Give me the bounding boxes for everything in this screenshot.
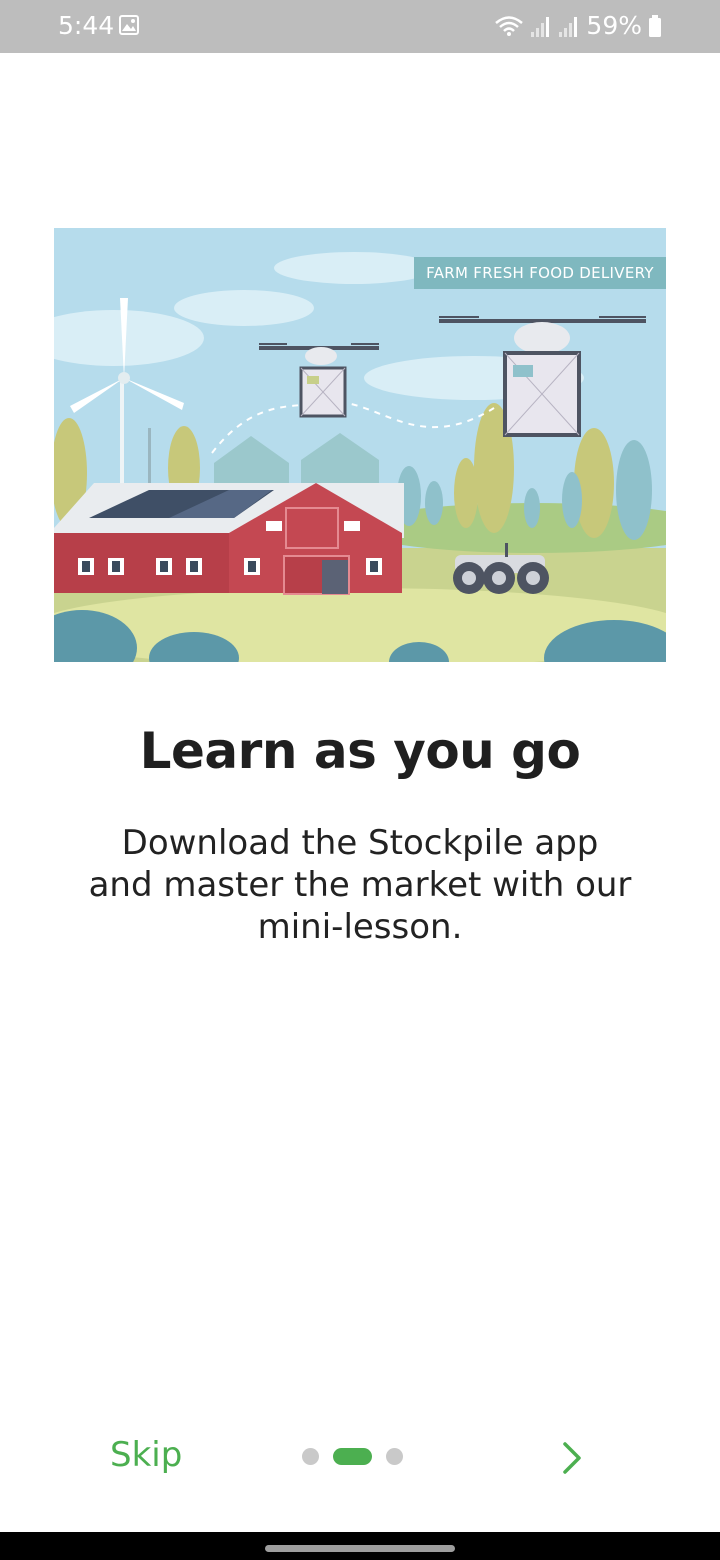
farm-illustration: FARM FRESH FOOD DELIVERY: [54, 228, 666, 662]
onboarding-description: Download the Stockpile app and master th…: [88, 823, 632, 947]
signal-icon: [531, 16, 550, 37]
page-dot: [302, 1448, 319, 1465]
image-icon: [119, 15, 139, 35]
page-dot-active: [333, 1448, 372, 1465]
farm-scene-image: [54, 228, 666, 662]
system-nav-bar: [0, 1532, 720, 1560]
status-indicators: 59%: [494, 11, 662, 40]
illustration-label: FARM FRESH FOOD DELIVERY: [414, 257, 666, 289]
page-dot: [386, 1448, 403, 1465]
home-handle[interactable]: [265, 1545, 455, 1552]
status-time: 5:44: [58, 11, 115, 40]
chevron-right-icon[interactable]: [556, 1440, 588, 1476]
onboarding-title: Learn as you go: [139, 722, 581, 780]
wifi-icon: [495, 15, 524, 36]
battery-icon: [649, 14, 661, 37]
page-indicator: [302, 1448, 403, 1465]
signal-icon: [559, 16, 578, 37]
battery-percent: 59%: [586, 11, 642, 40]
status-bar: 5:44 59%: [0, 0, 720, 53]
skip-button[interactable]: Skip: [110, 1435, 182, 1475]
